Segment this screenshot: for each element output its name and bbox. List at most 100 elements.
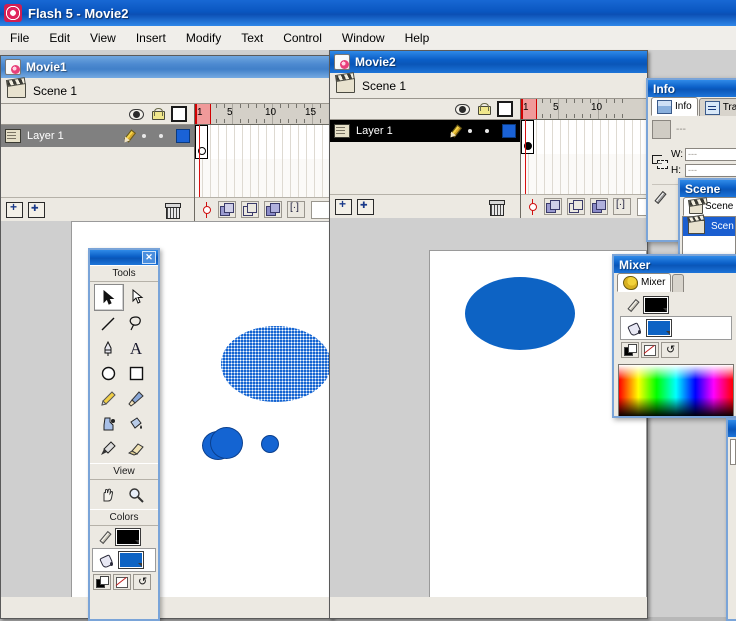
oval-tool[interactable] [94, 361, 122, 386]
mixer-panel-tabs[interactable]: Mixer [614, 273, 736, 292]
layer-lock-dot[interactable] [159, 134, 163, 138]
lock-icon[interactable] [478, 103, 491, 115]
no-color-icon[interactable] [113, 574, 131, 590]
eyedropper-icon[interactable] [652, 190, 667, 206]
onion-skin-outline-icon[interactable] [241, 201, 259, 218]
movie2-stage[interactable] [330, 218, 647, 597]
movie2-layer-row[interactable]: Layer 1 [330, 120, 520, 142]
menu-edit[interactable]: Edit [39, 28, 80, 48]
height-field[interactable]: --- [685, 164, 736, 177]
color-modifier-row[interactable]: ↺ [90, 572, 158, 592]
scene-list-item-scene1[interactable]: Scen [683, 217, 735, 236]
subselect-tool[interactable] [124, 284, 152, 309]
menu-help[interactable]: Help [395, 28, 440, 48]
center-frame-icon[interactable] [200, 201, 213, 218]
tab-transform[interactable]: Tran [698, 98, 736, 116]
partial-panel-right-edge[interactable] [726, 418, 736, 621]
layer-visible-dot[interactable] [142, 134, 146, 138]
movie2-frames-panel[interactable]: 1 5 10 1 [521, 99, 647, 218]
rectangle-tool[interactable] [122, 361, 150, 386]
scene-panel-titlebar[interactable]: Scene [680, 180, 736, 197]
swap-colors-icon[interactable]: ↺ [133, 574, 151, 590]
scene-panel-tabs[interactable]: Scene [680, 197, 736, 216]
trash-icon[interactable] [489, 199, 505, 216]
blue-ellipse[interactable] [465, 277, 575, 350]
edit-multiple-frames-icon[interactable] [264, 201, 282, 218]
tab-mixer-next[interactable] [672, 274, 685, 292]
mixer-panel[interactable]: Mixer Mixer ↺ [612, 254, 736, 418]
outline-square-icon[interactable] [171, 106, 187, 122]
movie1-layer-row[interactable]: Layer 1 [1, 125, 194, 147]
dropper-tool[interactable] [94, 436, 122, 461]
pencil-icon[interactable] [448, 125, 461, 138]
mixer-fill-row[interactable] [620, 316, 732, 340]
anchor-point-icon[interactable] [652, 153, 668, 169]
onion-skin-icon[interactable] [544, 198, 562, 215]
mixer-stroke-swatch[interactable] [643, 296, 669, 314]
arrow-tool[interactable] [94, 284, 124, 311]
fill-color-swatch[interactable] [118, 551, 144, 569]
tab-mixer[interactable]: Mixer [617, 273, 672, 292]
hand-tool[interactable] [94, 482, 122, 507]
tools-grid[interactable]: A [90, 282, 158, 463]
info-panel-tabs[interactable]: Info Tran [648, 97, 736, 116]
trash-icon[interactable] [165, 202, 181, 219]
ink-bottle-tool[interactable] [94, 411, 122, 436]
layer-outline-color-swatch[interactable] [502, 124, 516, 138]
menu-file[interactable]: File [0, 28, 39, 48]
movie2-frame-grid[interactable] [521, 120, 647, 194]
add-motion-guide-icon[interactable] [357, 198, 374, 215]
tiny-ellipse[interactable] [261, 435, 279, 453]
movie2-window[interactable]: Movie2 Scene 1 Layer 1 + ✚ 1 5 10 [·] [329, 50, 648, 619]
add-layer-icon[interactable] [335, 197, 352, 215]
center-frame-icon[interactable] [526, 198, 539, 215]
large-ellipse-selected[interactable] [221, 326, 331, 402]
stroke-color-swatch[interactable] [115, 528, 141, 546]
brush-tool[interactable] [122, 386, 150, 411]
add-motion-guide-icon[interactable] [28, 201, 45, 218]
mixer-fill-swatch[interactable] [646, 319, 672, 337]
pencil-tool[interactable] [94, 386, 122, 411]
onion-skin-icon[interactable] [218, 201, 236, 218]
movie1-frames-panel[interactable]: 1 5 10 15 1 [195, 104, 332, 221]
modify-onion-markers-icon[interactable] [613, 198, 631, 215]
eraser-tool[interactable] [122, 436, 150, 461]
movie1-timeline[interactable]: Layer 1 + ✚ 1 5 10 15 [·] [1, 104, 332, 221]
tab-info[interactable]: Info [651, 97, 698, 116]
partial-panel-titlebar[interactable] [728, 420, 736, 437]
movie2-timeline-ruler[interactable]: 1 5 10 [521, 99, 647, 120]
partial-panel-field[interactable] [730, 439, 736, 465]
mixer-modifier-row[interactable]: ↺ [618, 340, 734, 360]
lasso-tool[interactable] [122, 311, 150, 336]
layer-outline-color-swatch[interactable] [176, 129, 190, 143]
movie1-frame-grid[interactable] [195, 125, 332, 197]
line-tool[interactable] [94, 311, 122, 336]
mixer-panel-titlebar[interactable]: Mixer [614, 256, 736, 273]
width-field[interactable]: --- [685, 148, 736, 161]
menu-modify[interactable]: Modify [176, 28, 231, 48]
modify-onion-markers-icon[interactable] [287, 201, 305, 218]
tab-scene[interactable]: Scene [683, 197, 736, 216]
edit-multiple-frames-icon[interactable] [590, 198, 608, 215]
lock-icon[interactable] [152, 108, 165, 120]
movie1-timeline-ruler[interactable]: 1 5 10 15 [195, 104, 332, 125]
onion-skin-outline-icon[interactable] [567, 198, 585, 215]
outline-square-icon[interactable] [497, 101, 513, 117]
text-tool[interactable]: A [122, 336, 150, 361]
stroke-color-row[interactable] [90, 526, 158, 548]
movie1-window[interactable]: Movie1 Scene 1 Layer 1 + ✚ 1 5 10 15 [·] [0, 55, 333, 619]
mixer-stroke-row[interactable] [618, 294, 734, 316]
pencil-icon[interactable] [122, 130, 135, 143]
small-ellipse-b[interactable] [210, 427, 243, 459]
default-colors-icon[interactable] [93, 574, 111, 590]
menu-insert[interactable]: Insert [126, 28, 176, 48]
color-spectrum-strip[interactable] [618, 364, 734, 416]
fill-color-row[interactable] [92, 548, 156, 572]
tools-panel-titlebar[interactable]: ✕ [90, 250, 158, 265]
menu-view[interactable]: View [80, 28, 126, 48]
movie2-titlebar[interactable]: Movie2 [330, 51, 647, 73]
close-icon[interactable]: ✕ [142, 251, 156, 264]
default-colors-icon[interactable] [621, 342, 639, 358]
movie1-titlebar[interactable]: Movie1 [1, 56, 332, 78]
movie1-stage[interactable] [1, 221, 332, 597]
